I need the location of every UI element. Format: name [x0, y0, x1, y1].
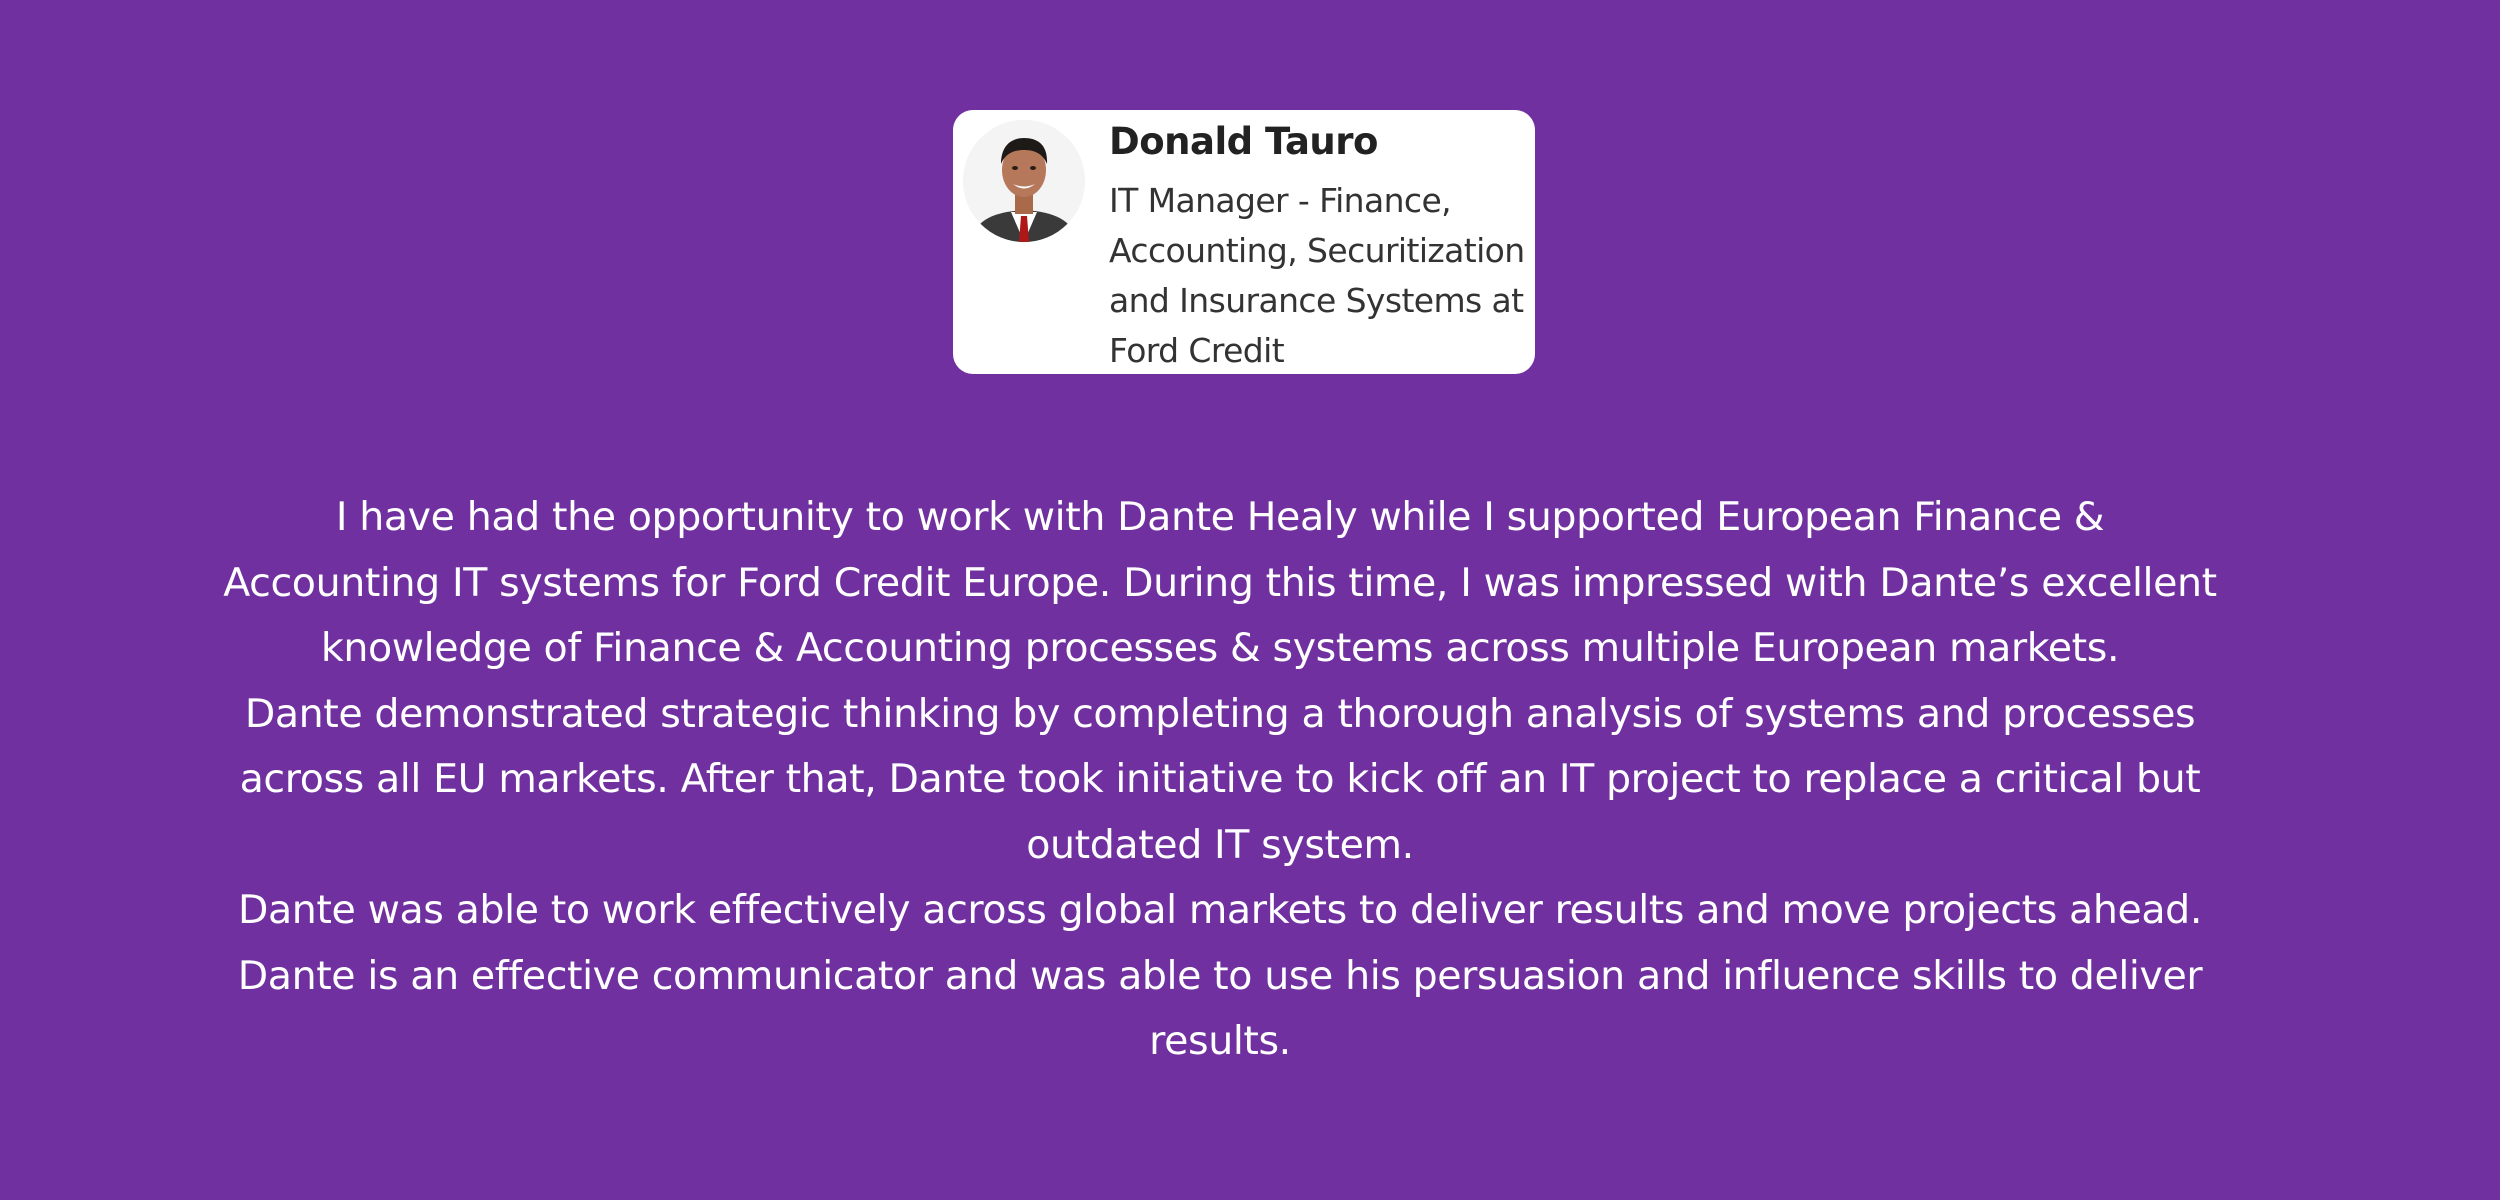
testimonial-line: Dante demonstrated strategic thinking by…	[244, 690, 2196, 737]
testimonial-text: I have had the opportunity to work with …	[110, 485, 2330, 1075]
testimonial-line: Accounting IT systems for Ford Credit Eu…	[223, 559, 2217, 606]
profile-card[interactable]: Donald Tauro IT Manager - Finance, Accou…	[953, 110, 1535, 374]
profile-photo[interactable]	[963, 120, 1085, 242]
profile-name[interactable]: Donald Tauro	[1109, 120, 1378, 163]
testimonial-line: Dante was able to work effectively acros…	[237, 887, 2203, 933]
testimonial-line: I have had the opportunity to work with …	[335, 494, 2105, 540]
person-portrait-icon	[963, 120, 1085, 242]
testimonial-line: outdated IT system.	[1026, 821, 1414, 868]
testimonial-line: knowledge of Finance & Accounting proces…	[320, 625, 2120, 671]
testimonial-line: results.	[1149, 1018, 1291, 1064]
profile-headline: IT Manager - Finance, Accounting, Securi…	[1109, 181, 1525, 370]
testimonial-line: Dante is an effective communicator and w…	[237, 952, 2203, 999]
testimonial-line: across all EU markets. After that, Dante…	[239, 756, 2201, 802]
